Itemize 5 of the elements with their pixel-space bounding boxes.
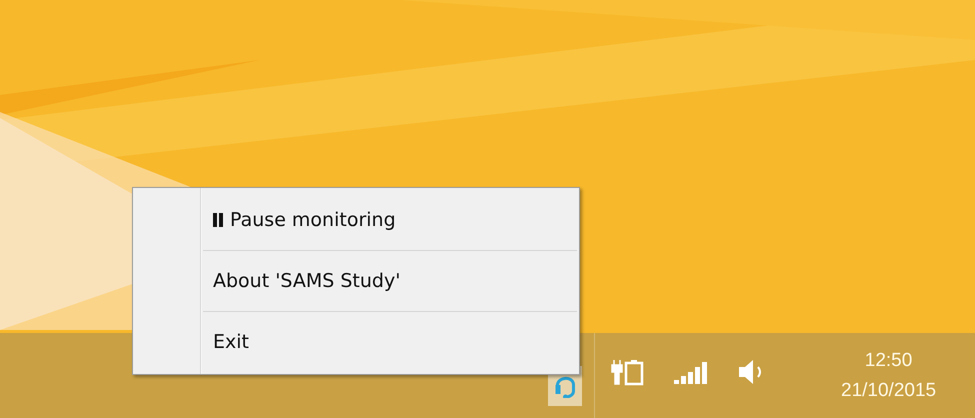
menu-item[interactable]: Exit: [133, 312, 579, 372]
menu-item[interactable]: Pause monitoring: [133, 190, 579, 250]
menu-item[interactable]: About 'SAMS Study': [133, 251, 579, 311]
pause-icon: [213, 213, 224, 227]
battery-plug-icon[interactable]: [611, 358, 645, 386]
